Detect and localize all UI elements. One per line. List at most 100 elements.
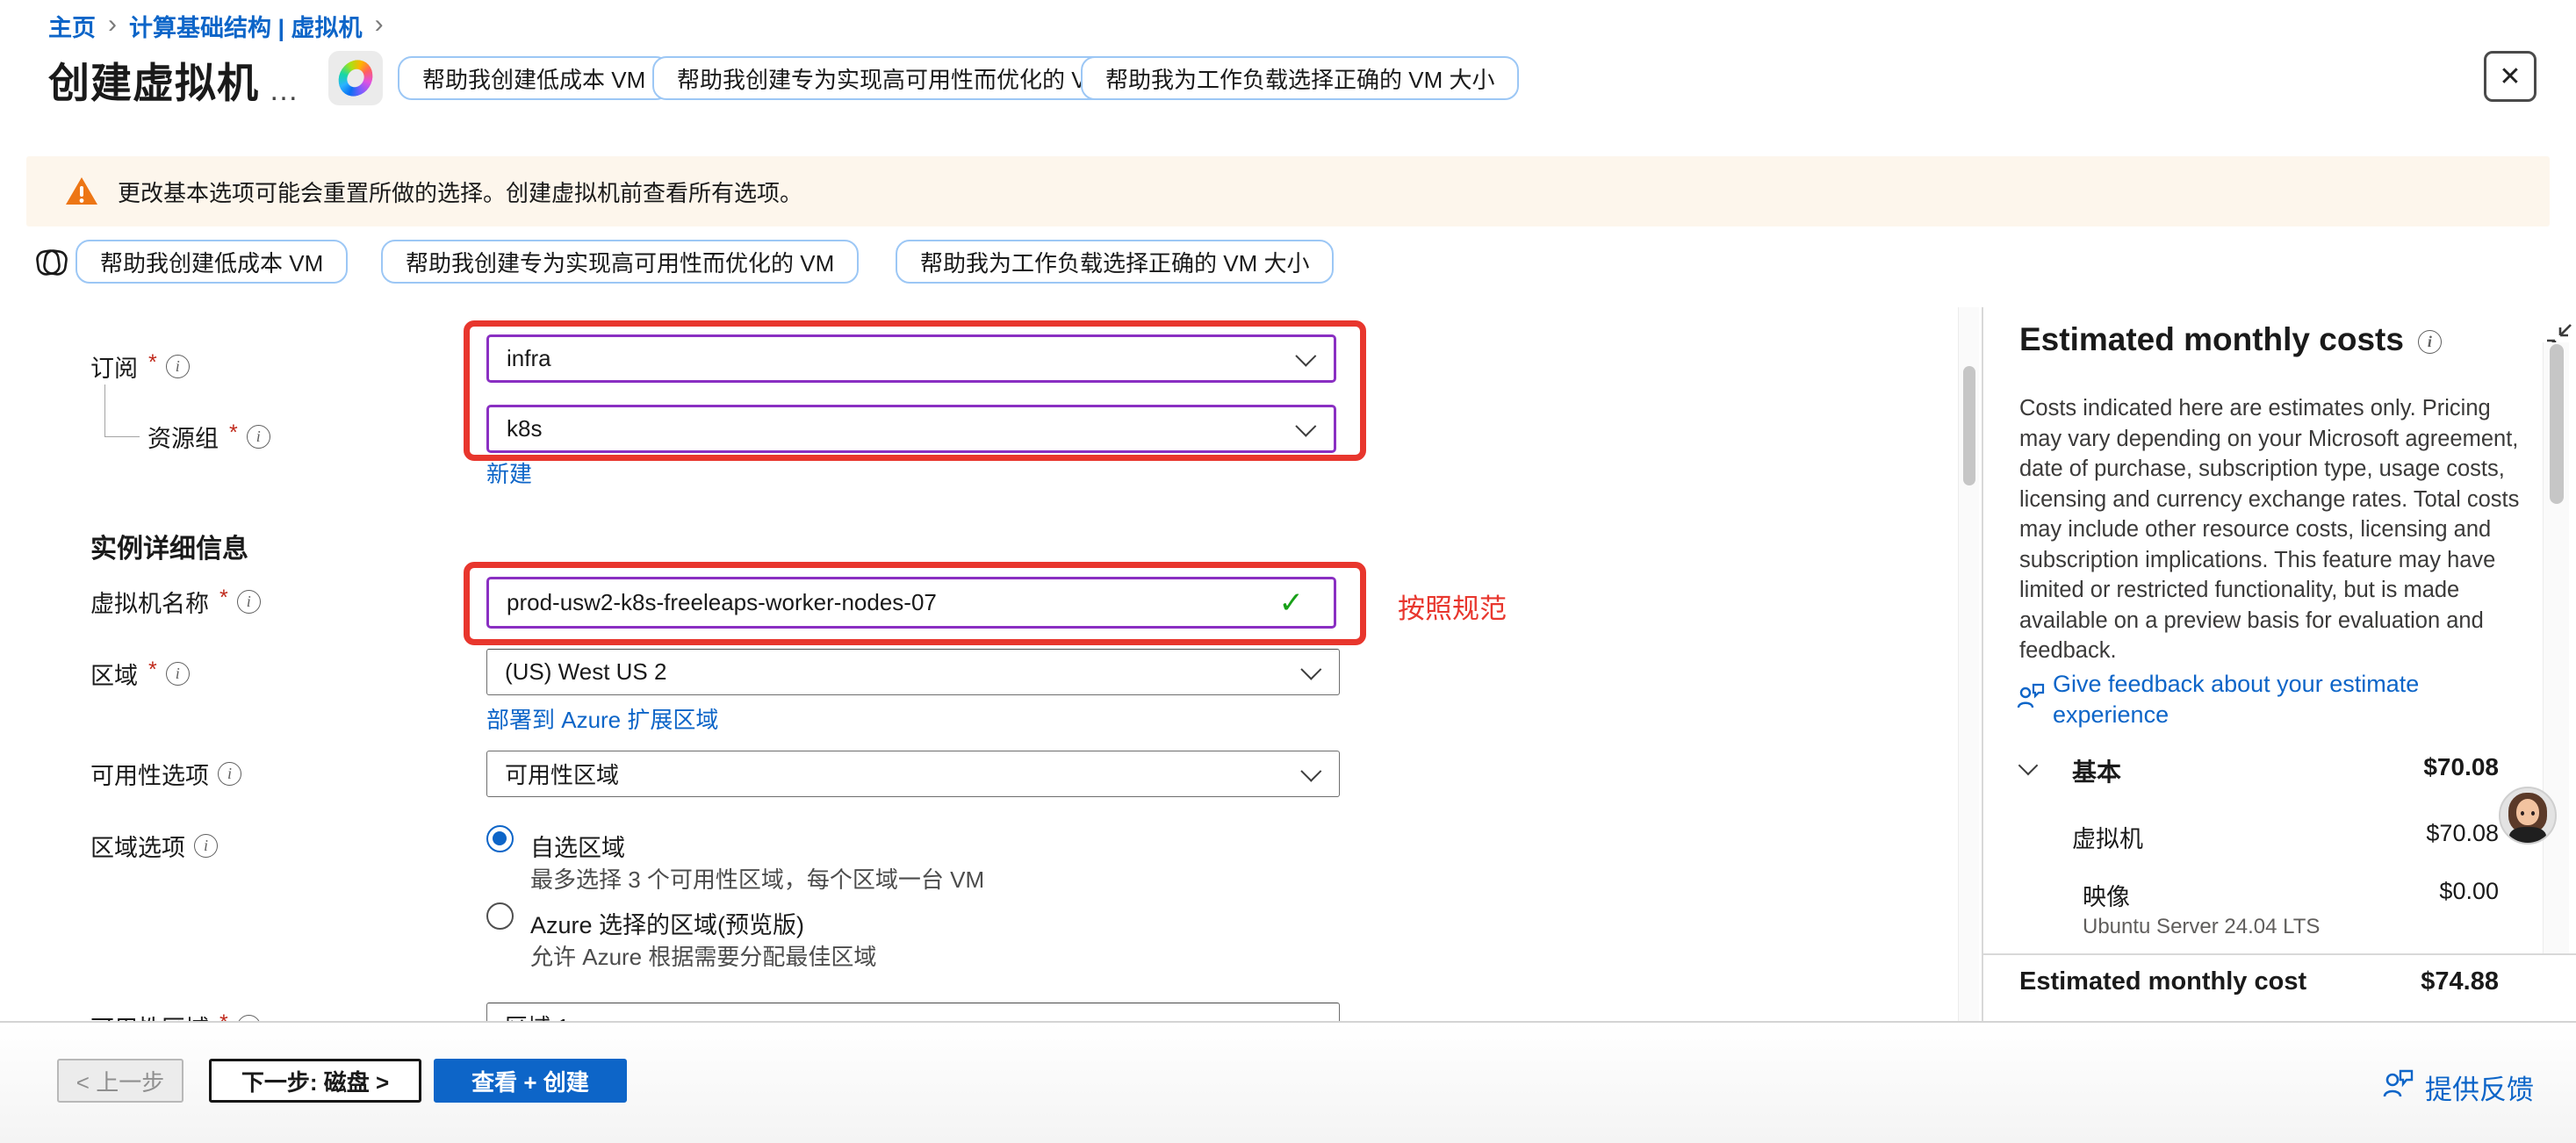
radio-self-selected-zones[interactable] — [486, 825, 514, 852]
more-options-button[interactable]: … — [269, 74, 300, 108]
suggestion-right-vm-size-2[interactable]: 帮助我为工作负载选择正确的 VM 大小 — [896, 240, 1334, 284]
info-icon[interactable]: i — [247, 425, 270, 449]
chevron-down-icon — [1295, 416, 1316, 437]
required-marker: * — [148, 350, 157, 376]
field-connector-line — [104, 385, 140, 437]
cost-panel-title-text: Estimated monthly costs — [2019, 321, 2404, 358]
panel-scrollbar-thumb[interactable] — [2550, 344, 2564, 504]
copilot-outline-icon[interactable] — [32, 242, 72, 283]
label-text: 虚拟机名称 — [90, 585, 209, 619]
instance-details-heading: 实例详细信息 — [90, 527, 248, 565]
resource-group-value: k8s — [507, 415, 1296, 442]
deploy-extended-zone-link[interactable]: 部署到 Azure 扩展区域 — [486, 702, 718, 735]
info-glyph: i — [176, 357, 180, 376]
suggestion-high-availability-vm[interactable]: 帮助我创建专为实现高可用性而优化的 VM — [652, 56, 1130, 100]
resource-group-dropdown[interactable]: k8s — [486, 405, 1336, 453]
warning-banner: 更改基本选项可能会重置所做的选择。创建虚拟机前查看所有选项。 — [26, 156, 2550, 226]
radio-self-selected-zones-label[interactable]: 自选区域 — [530, 829, 625, 863]
info-glyph: i — [204, 837, 208, 855]
radio-self-selected-zones-desc: 最多选择 3 个可用性区域，每个区域一台 VM — [530, 862, 984, 895]
main-scrollbar-thumb[interactable] — [1963, 366, 1975, 485]
avatar-eye — [2521, 811, 2524, 816]
cost-panel-title: Estimated monthly costs i — [2019, 321, 2442, 358]
radio-azure-selected-zones[interactable] — [486, 902, 514, 930]
image-cost-label: 映像 — [2083, 878, 2130, 912]
suggestion-low-cost-vm[interactable]: 帮助我创建低成本 VM — [398, 56, 670, 100]
vm-cost-value: $70.08 — [2323, 820, 2499, 847]
total-divider — [1982, 953, 2576, 955]
info-icon[interactable]: i — [237, 590, 261, 614]
breadcrumb-home-link[interactable]: 主页 — [48, 9, 96, 43]
warning-icon — [65, 176, 98, 206]
region-label: 区域 * i — [90, 657, 190, 691]
radio-azure-selected-zones-label[interactable]: Azure 选择的区域(预览版) — [530, 906, 804, 940]
vm-name-input[interactable]: prod-usw2-k8s-freeleaps-worker-nodes-07 … — [486, 577, 1336, 629]
availability-options-dropdown[interactable]: 可用性区域 — [486, 751, 1340, 797]
provide-feedback-link[interactable]: 提供反馈 — [2425, 1068, 2534, 1107]
zone-options-label: 区域选项 i — [90, 829, 218, 863]
required-marker: * — [219, 586, 228, 611]
copilot-button[interactable] — [328, 51, 383, 105]
info-glyph: i — [256, 428, 261, 446]
cost-disclaimer: Costs indicated here are estimates only.… — [2019, 393, 2529, 666]
annotation-note: 按照规范 — [1398, 586, 1507, 626]
main-scrollbar-track[interactable] — [1958, 307, 1979, 1021]
label-text: 区域 — [90, 657, 138, 691]
region-dropdown[interactable]: (US) West US 2 — [486, 649, 1340, 695]
avatar-shirt — [2509, 827, 2546, 845]
breadcrumb-chevron-icon: › — [108, 11, 117, 38]
next-disks-button[interactable]: 下一步: 磁盘 > — [209, 1059, 421, 1103]
info-glyph: i — [2428, 333, 2432, 351]
suggestion-low-cost-vm-2[interactable]: 帮助我创建低成本 VM — [76, 240, 348, 284]
availability-options-value: 可用性区域 — [505, 758, 1301, 790]
create-new-resource-group-link[interactable]: 新建 — [486, 456, 532, 489]
close-icon: ✕ — [2499, 61, 2521, 92]
image-name: Ubuntu Server 24.04 LTS — [2083, 915, 2320, 939]
feedback-person-icon[interactable] — [2381, 1066, 2416, 1101]
basic-group-value: $70.08 — [2323, 753, 2499, 781]
breadcrumb-section-link[interactable]: 计算基础结构 | 虚拟机 — [129, 9, 363, 43]
basic-group-chevron-icon[interactable] — [2018, 756, 2039, 776]
page-title: 创建虚拟机 — [48, 49, 259, 110]
warning-text: 更改基本选项可能会重置所做的选择。创建虚拟机前查看所有选项。 — [118, 176, 802, 208]
info-icon[interactable]: i — [218, 762, 241, 786]
info-icon[interactable]: i — [2418, 330, 2442, 354]
label-text: 区域选项 — [90, 829, 185, 863]
info-glyph: i — [247, 593, 251, 611]
vm-cost-label: 虚拟机 — [2072, 820, 2143, 854]
info-glyph: i — [176, 665, 180, 683]
panel-divider — [1982, 307, 1983, 1021]
previous-button[interactable]: < 上一步 — [57, 1059, 183, 1103]
close-button[interactable]: ✕ — [2484, 51, 2536, 102]
required-marker: * — [148, 658, 157, 683]
label-text: 订阅 — [90, 349, 138, 384]
region-value: (US) West US 2 — [505, 658, 1301, 686]
create-vm-page: 主页 › 计算基础结构 | 虚拟机 › 创建虚拟机 … 帮助我创建低成本 VM … — [0, 0, 2576, 1143]
subscription-dropdown[interactable]: infra — [486, 334, 1336, 383]
basic-group-label[interactable]: 基本 — [2072, 753, 2121, 788]
info-icon[interactable]: i — [166, 355, 190, 378]
availability-options-label: 可用性选项 i — [90, 757, 241, 791]
estimate-feedback-link[interactable]: Give feedback about your estimate experi… — [2053, 669, 2518, 730]
image-cost-value: $0.00 — [2323, 878, 2499, 905]
resource-group-label: 资源组* i — [148, 420, 270, 454]
review-create-button[interactable]: 查看 + 创建 — [434, 1059, 627, 1103]
valid-check-icon: ✓ — [1279, 586, 1305, 621]
panel-scrollbar-track[interactable] — [2543, 342, 2569, 953]
suggestion-high-availability-vm-2[interactable]: 帮助我创建专为实现高可用性而优化的 VM — [381, 240, 859, 284]
vm-name-label: 虚拟机名称 * i — [90, 585, 261, 619]
label-text: 可用性选项 — [90, 757, 209, 791]
breadcrumb: 主页 › 计算基础结构 | 虚拟机 › — [48, 9, 384, 43]
user-avatar[interactable] — [2499, 787, 2557, 845]
chevron-down-icon — [1300, 659, 1321, 680]
chevron-down-icon — [1295, 346, 1316, 367]
total-cost-label: Estimated monthly cost — [2019, 967, 2306, 996]
copilot-icon — [336, 56, 375, 100]
info-icon[interactable]: i — [166, 662, 190, 686]
subscription-label: 订阅 * i — [90, 349, 190, 384]
required-marker: * — [229, 421, 238, 446]
radio-azure-selected-zones-desc: 允许 Azure 根据需要分配最佳区域 — [530, 939, 876, 972]
chevron-down-icon — [1300, 761, 1321, 782]
suggestion-right-vm-size[interactable]: 帮助我为工作负载选择正确的 VM 大小 — [1081, 56, 1519, 100]
info-icon[interactable]: i — [194, 834, 218, 858]
